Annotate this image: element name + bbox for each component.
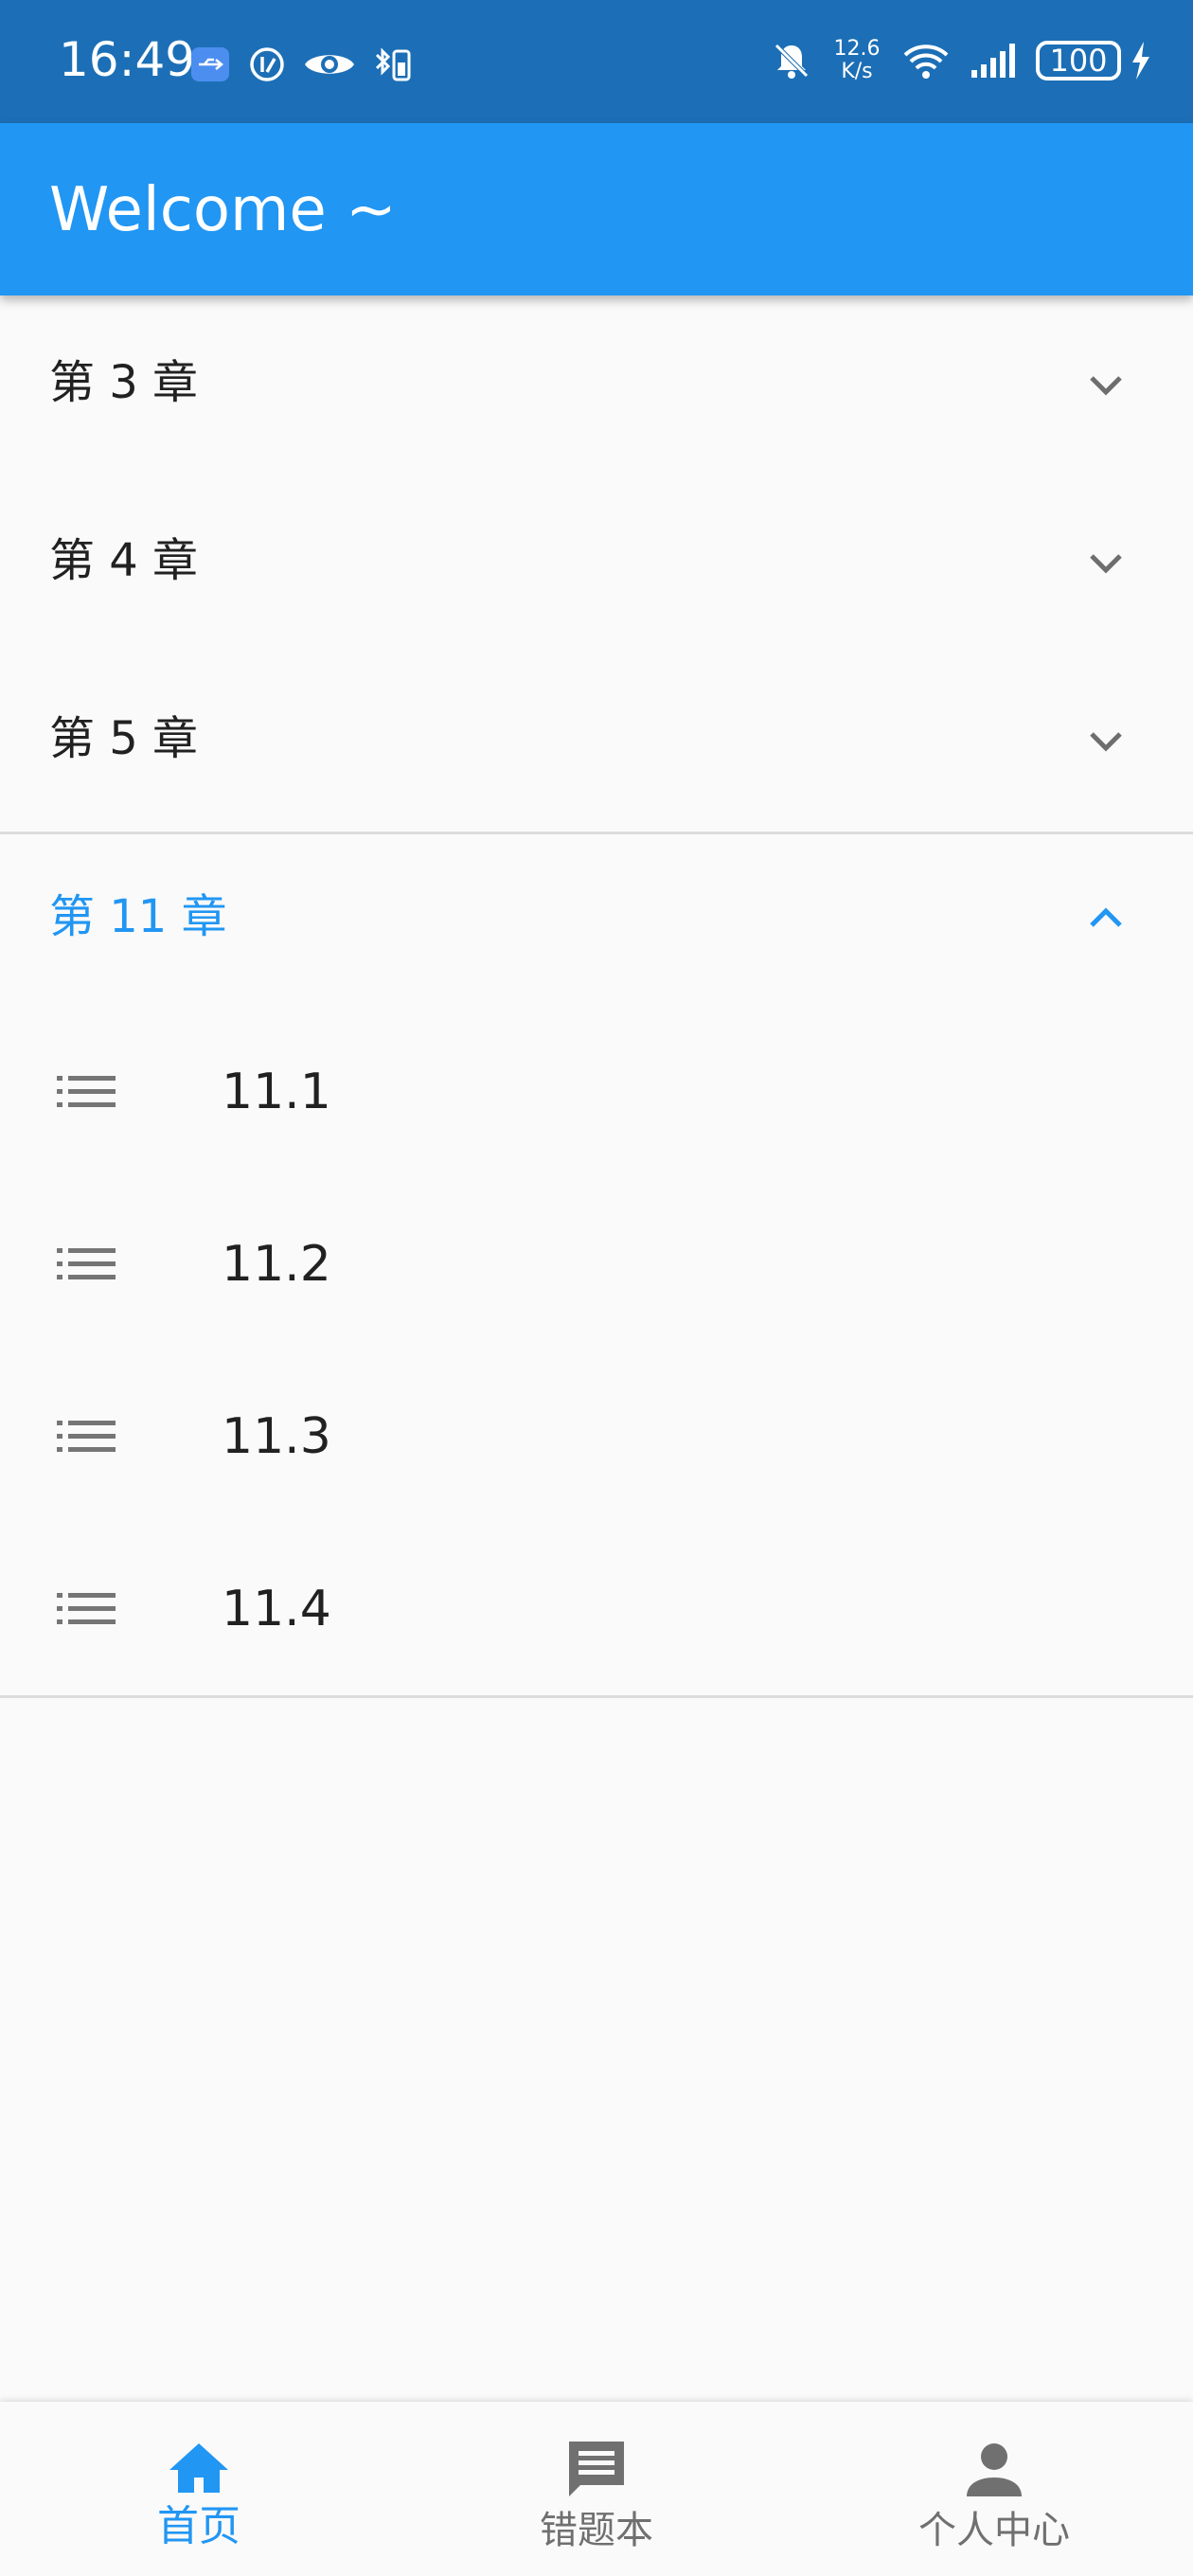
- usb-icon: [191, 47, 229, 81]
- wifi-icon: [903, 45, 949, 79]
- app-bar: Welcome ~: [0, 123, 1193, 295]
- message-icon: [569, 2442, 624, 2496]
- list-icon: [57, 1421, 116, 1452]
- bell-off-icon: [775, 44, 809, 79]
- bottom-nav: 首页 错题本 个人中心: [0, 2402, 1193, 2576]
- net-speed: 12.6 K/s: [831, 38, 882, 83]
- person-icon: [967, 2443, 1022, 2496]
- net-speed-value: 12.6: [833, 37, 881, 61]
- nav-item-profile[interactable]: 个人中心: [795, 2402, 1193, 2576]
- data-saver-icon: [250, 47, 284, 81]
- chapter-label: 第 5 章: [49, 712, 199, 765]
- section-label: 11.2: [222, 1236, 331, 1293]
- nav-item-home[interactable]: 首页: [0, 2402, 398, 2576]
- status-right-icons: 12.6 K/s 100: [771, 38, 1153, 83]
- nav-label: 错题本: [540, 2509, 653, 2552]
- list-item[interactable]: 11.1: [0, 1006, 1193, 1178]
- list-icon: [57, 1593, 116, 1624]
- chapter-row-3[interactable]: 第 3 章: [0, 295, 1193, 474]
- chevron-down-icon: [1090, 554, 1122, 574]
- list-item[interactable]: 11.3: [0, 1351, 1193, 1523]
- chevron-down-icon: [1090, 732, 1122, 752]
- net-speed-unit: K/s: [841, 60, 873, 83]
- chapter-label: 第 11 章: [49, 890, 227, 943]
- charging-icon: [1132, 42, 1149, 80]
- section-label: 11.3: [222, 1408, 331, 1465]
- battery-icon: 100: [1036, 41, 1121, 80]
- list-icon: [57, 1076, 116, 1107]
- list-item[interactable]: 11.4: [0, 1523, 1193, 1695]
- page-title: Welcome ~: [49, 175, 397, 245]
- bluetooth-battery-icon: [375, 47, 411, 81]
- chevron-down-icon: [1090, 376, 1122, 396]
- nav-item-wrong-questions[interactable]: 错题本: [398, 2402, 795, 2576]
- divider: [0, 1695, 1193, 1698]
- signal-icon: [971, 44, 1015, 78]
- chapter-row-11[interactable]: 第 11 章: [0, 830, 1193, 1008]
- status-bar: 16:49 12.6 K/s 100: [0, 0, 1193, 123]
- home-icon: [169, 2443, 228, 2493]
- chapter-label: 第 4 章: [49, 534, 199, 587]
- chapter-row-4[interactable]: 第 4 章: [0, 474, 1193, 652]
- section-label: 11.4: [222, 1581, 331, 1637]
- nav-label: 个人中心: [918, 2509, 1070, 2552]
- status-left-icons: [189, 44, 413, 85]
- eye-icon: [305, 55, 354, 74]
- chevron-up-icon: [1090, 907, 1122, 927]
- chapter-row-5[interactable]: 第 5 章: [0, 652, 1193, 830]
- battery-level: 100: [1036, 41, 1121, 80]
- list-icon: [57, 1248, 116, 1279]
- nav-label: 首页: [157, 2502, 240, 2550]
- chapter-label: 第 3 章: [49, 356, 199, 409]
- status-time: 16:49: [59, 32, 196, 87]
- list-item[interactable]: 11.2: [0, 1178, 1193, 1351]
- section-label: 11.1: [222, 1064, 331, 1120]
